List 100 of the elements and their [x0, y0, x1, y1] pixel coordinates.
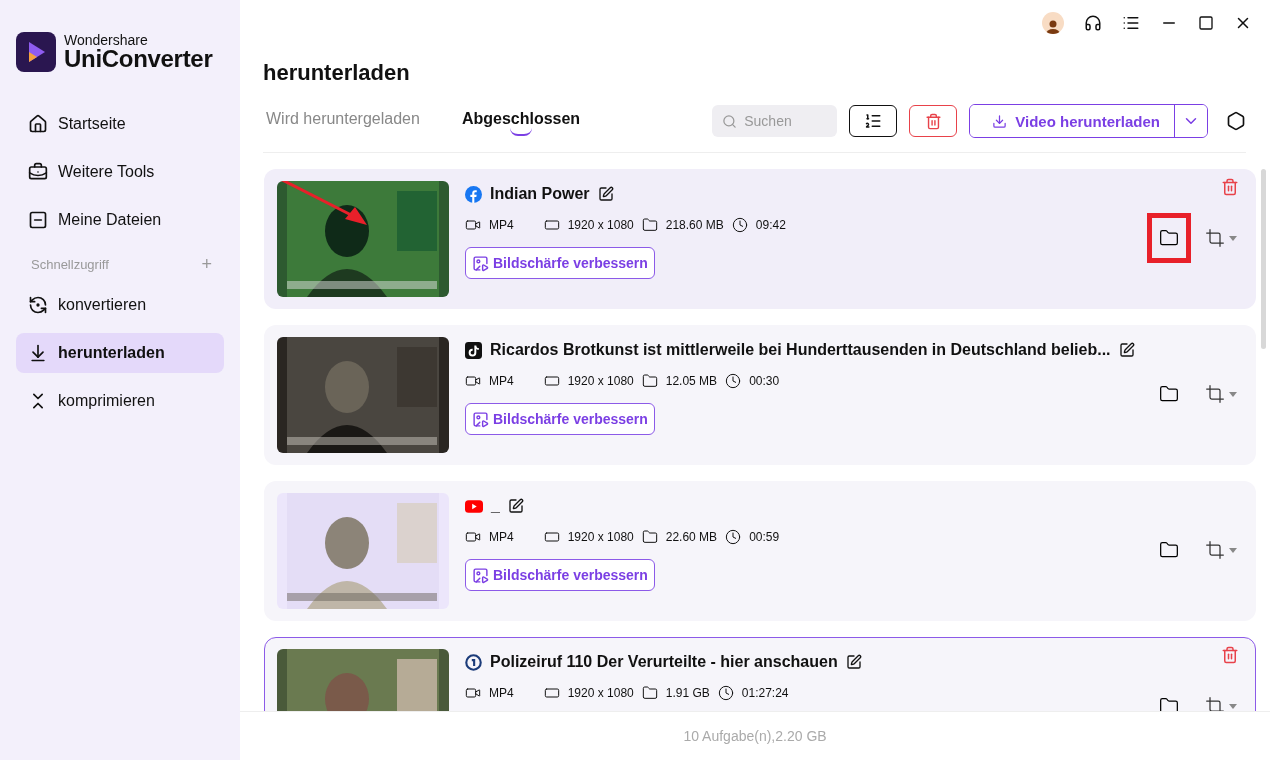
enhance-button[interactable]: Bildschärfe verbessern — [465, 559, 655, 591]
folder-icon — [1159, 228, 1179, 248]
search-field[interactable]: Suchen — [712, 105, 838, 137]
menu-icon[interactable] — [1122, 14, 1140, 32]
folder-icon — [1159, 696, 1179, 711]
format-text: MP4 — [489, 530, 514, 544]
sidebar-item[interactable]: Weitere Tools — [16, 152, 224, 192]
trash-icon — [924, 112, 942, 130]
crop-button[interactable] — [1205, 540, 1237, 560]
tab[interactable]: Abgeschlossen — [458, 105, 584, 137]
app-logo — [16, 32, 56, 72]
folder-icon — [641, 529, 658, 545]
video-icon — [465, 217, 481, 233]
video-icon — [465, 529, 481, 545]
folder-icon — [641, 685, 658, 701]
resolution-icon — [543, 373, 560, 389]
resolution-icon — [543, 217, 560, 233]
duration-text: 00:30 — [749, 374, 780, 388]
crop-icon — [1205, 228, 1225, 248]
sidebar-item[interactable]: herunterladen — [16, 333, 224, 373]
crop-button[interactable] — [1205, 696, 1237, 711]
clock-icon — [725, 373, 742, 389]
size-text: 22.60 MB — [665, 530, 718, 544]
status-text: 10 Aufgabe(n),2.20 GB — [240, 711, 1270, 760]
image-play-icon — [472, 410, 489, 428]
download-button[interactable]: Video herunterladen — [970, 105, 1175, 137]
tab[interactable]: Wird heruntergeladen — [263, 105, 423, 137]
delete-all-button[interactable] — [909, 105, 958, 137]
clock-icon — [725, 529, 742, 545]
tools-icon — [28, 162, 48, 182]
download-card[interactable]: Indian Power MP4 1920 x 1080 218.60 MB 09:42 Bildschärfe verbessern — [264, 169, 1256, 309]
video-title: Polizeiruf 110 Der Verurteilte - hier anschauen — [490, 653, 838, 671]
trash-icon — [1221, 646, 1239, 664]
facebook-icon — [465, 185, 482, 203]
maximize-icon[interactable] — [1198, 15, 1214, 31]
download-card[interactable]: _ MP4 1920 x 1080 22.60 MB 00:59 Bildschärfe verbessern — [264, 481, 1256, 621]
convert-icon — [28, 295, 48, 315]
sort-button[interactable] — [849, 105, 898, 137]
edit-icon[interactable] — [507, 498, 524, 514]
support-icon[interactable] — [1084, 14, 1102, 32]
page-title: herunterladen — [263, 60, 411, 86]
sidebar-item[interactable]: komprimieren — [16, 381, 224, 421]
open-folder-button[interactable] — [1147, 213, 1191, 263]
clock-icon — [717, 685, 734, 701]
duration-text: 00:59 — [749, 530, 780, 544]
duration-text: 09:42 — [755, 218, 786, 232]
edit-icon[interactable] — [845, 654, 862, 670]
crop-button[interactable] — [1205, 384, 1237, 404]
download-card[interactable]: Ricardos Brotkunst ist mittlerweile bei Hunderttausenden in Deutschland belieb... MP4 1920 x 1080 12.05 MB 00:30 Bildschärfe verbessern — [264, 325, 1256, 465]
tiktok-icon — [465, 341, 482, 359]
numbered-list-icon — [864, 112, 883, 130]
avatar-icon[interactable] — [1042, 12, 1064, 34]
video-icon — [465, 685, 481, 701]
folder-icon — [1159, 384, 1179, 404]
download-card[interactable]: Polizeiruf 110 Der Verurteilte - hier anschauen MP4 1920 x 1080 1.91 GB 01:27:24 — [264, 637, 1256, 711]
download-icon — [992, 113, 1008, 129]
video-title: Ricardos Brotkunst ist mittlerweile bei Hunderttausenden in Deutschland belieb... — [490, 341, 1111, 359]
crop-icon — [1205, 540, 1225, 560]
enhance-button[interactable]: Bildschärfe verbessern — [465, 403, 655, 435]
video-icon — [465, 373, 481, 389]
section-label: Schnellzugriff — [31, 257, 109, 272]
files-icon — [28, 210, 48, 230]
resolution-text: 1920 x 1080 — [567, 530, 634, 544]
trash-icon — [1221, 178, 1239, 196]
size-text: 12.05 MB — [665, 374, 718, 388]
folder-icon — [1159, 540, 1179, 560]
channel-logo-icon — [465, 653, 482, 671]
caret-icon — [1229, 703, 1237, 709]
home-icon — [28, 114, 48, 134]
caret-icon — [1229, 547, 1237, 553]
format-text: MP4 — [489, 686, 514, 700]
brand-name: UniConverter — [64, 47, 213, 71]
resolution-text: 1920 x 1080 — [567, 686, 634, 700]
search-icon — [722, 114, 738, 129]
video-title: _ — [491, 497, 500, 515]
enhance-button[interactable]: Bildschärfe verbessern — [465, 247, 655, 279]
crop-icon — [1205, 384, 1225, 404]
edit-icon[interactable] — [1118, 342, 1135, 358]
format-text: MP4 — [489, 374, 514, 388]
format-text: MP4 — [489, 218, 514, 232]
youtube-icon — [465, 499, 483, 513]
sidebar-item[interactable]: Startseite — [16, 104, 224, 144]
folder-icon — [641, 373, 658, 389]
resolution-icon — [543, 685, 560, 701]
caret-icon — [1229, 391, 1237, 397]
brand-subtitle: Wondershare — [64, 33, 149, 47]
sidebar-item[interactable]: Meine Dateien — [16, 200, 224, 240]
crop-button[interactable] — [1205, 228, 1237, 248]
image-play-icon — [472, 566, 489, 584]
crop-icon — [1205, 696, 1225, 711]
image-play-icon — [472, 254, 489, 272]
size-text: 1.91 GB — [665, 686, 710, 700]
duration-text: 01:27:24 — [741, 686, 789, 700]
edit-icon[interactable] — [597, 186, 614, 202]
sidebar-item[interactable]: konvertieren — [16, 285, 224, 325]
size-text: 218.60 MB — [665, 218, 724, 232]
resolution-text: 1920 x 1080 — [567, 218, 634, 232]
settings-icon[interactable] — [1226, 111, 1246, 131]
resolution-text: 1920 x 1080 — [567, 374, 634, 388]
video-title: Indian Power — [490, 185, 590, 203]
